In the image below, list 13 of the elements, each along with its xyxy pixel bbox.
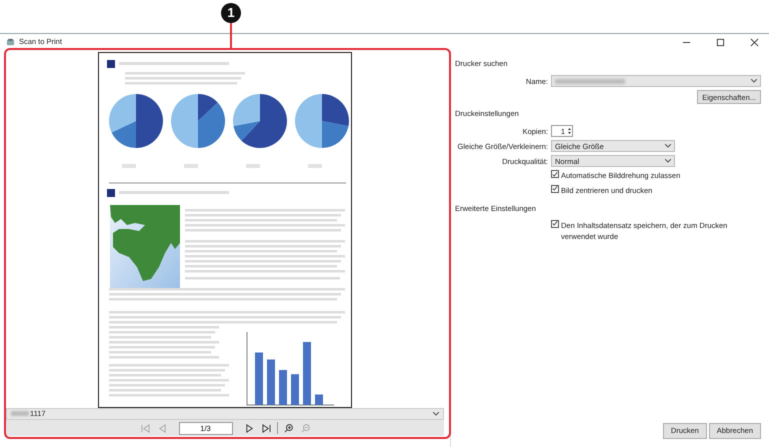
caret-icon [665,159,671,164]
leader-line [230,23,232,49]
caret-icon [665,144,671,148]
zoom-in-button[interactable] [282,421,294,435]
maximize-icon[interactable] [716,38,724,46]
app-icon [6,38,15,46]
caret-icon [433,412,439,416]
caret-icon [751,79,757,84]
checkbox[interactable] [551,220,559,228]
checkbox[interactable] [551,184,559,192]
close-icon[interactable] [750,38,758,46]
checkbox[interactable] [551,170,559,178]
callout-number: 1 [221,3,241,23]
